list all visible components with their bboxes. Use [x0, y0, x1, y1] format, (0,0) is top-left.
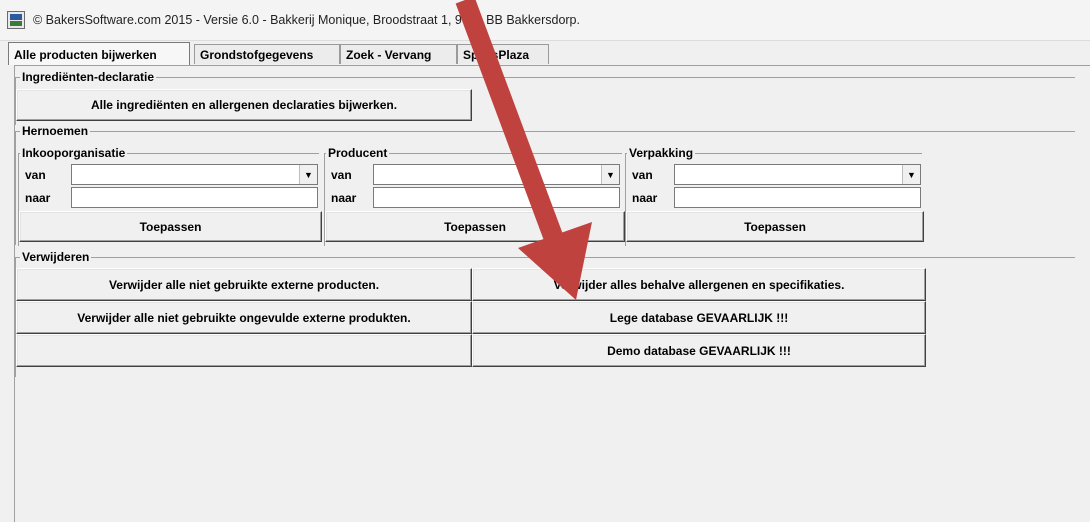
legend-verpakking: Verpakking	[627, 146, 696, 160]
tab-alle-producten[interactable]: Alle producten bijwerken	[8, 42, 190, 65]
label-van: van	[331, 168, 352, 182]
label-van: van	[632, 168, 653, 182]
legend-inkooporganisatie: Inkooporganisatie	[20, 146, 128, 160]
empty-database-button[interactable]: Lege database GEVAARLIJK !!!	[472, 301, 926, 334]
label-naar: naar	[632, 191, 658, 205]
app-icon[interactable]	[7, 11, 25, 29]
inkooporganisatie-van-select[interactable]: ▼	[71, 164, 318, 185]
verpakking-naar-input[interactable]	[674, 187, 921, 208]
delete-all-except-allergens-button[interactable]: Verwijder alles behalve allergenen en sp…	[472, 268, 926, 301]
group-ingredienten: Ingrediënten-declaratie Alle ingrediënte…	[15, 70, 1075, 125]
label-naar: naar	[331, 191, 357, 205]
group-producent: Producent van ▼ naar Toepassen	[324, 146, 625, 246]
demo-database-button[interactable]: Demo database GEVAARLIJK !!!	[472, 334, 926, 367]
legend-verwijderen: Verwijderen	[20, 250, 92, 264]
group-verwijderen: Verwijderen Verwijder alle niet gebruikt…	[15, 250, 1075, 377]
group-inkooporganisatie: Inkooporganisatie van ▼ naar Toepassen	[18, 146, 322, 246]
chevron-down-icon[interactable]: ▼	[299, 165, 317, 184]
title-bar: © BakersSoftware.com 2015 - Versie 6.0 -…	[0, 0, 1090, 41]
label-van: van	[25, 168, 46, 182]
window-title: © BakersSoftware.com 2015 - Versie 6.0 -…	[33, 13, 580, 27]
legend-producent: Producent	[326, 146, 390, 160]
tab-zoek-vervang[interactable]: Zoek - Vervang	[340, 44, 457, 64]
group-hernoemen: Hernoemen Inkooporganisatie van ▼ naar T…	[15, 124, 1075, 246]
tab-specsplaza[interactable]: SpecsPlaza	[457, 44, 549, 64]
producent-van-select[interactable]: ▼	[373, 164, 620, 185]
empty-slot-button[interactable]	[16, 334, 472, 367]
verpakking-apply-button[interactable]: Toepassen	[626, 211, 924, 242]
verpakking-van-select[interactable]: ▼	[674, 164, 921, 185]
delete-unused-unfilled-button[interactable]: Verwijder alle niet gebruikte ongevulde …	[16, 301, 472, 334]
inkooporganisatie-apply-button[interactable]: Toepassen	[19, 211, 322, 242]
chevron-down-icon[interactable]: ▼	[601, 165, 619, 184]
chevron-down-icon[interactable]: ▼	[902, 165, 920, 184]
legend-ingredienten: Ingrediënten-declaratie	[20, 70, 157, 84]
group-verpakking: Verpakking van ▼ naar Toepassen	[625, 146, 924, 246]
update-declarations-button[interactable]: Alle ingrediënten en allergenen declarat…	[16, 89, 472, 121]
legend-hernoemen: Hernoemen	[20, 124, 91, 138]
producent-naar-input[interactable]	[373, 187, 620, 208]
producent-apply-button[interactable]: Toepassen	[325, 211, 625, 242]
delete-unused-external-button[interactable]: Verwijder alle niet gebruikte externe pr…	[16, 268, 472, 301]
inkooporganisatie-naar-input[interactable]	[71, 187, 318, 208]
tab-grondstofgegevens[interactable]: Grondstofgegevens	[194, 44, 340, 64]
main-panel: Ingrediënten-declaratie Alle ingrediënte…	[14, 65, 1090, 522]
label-naar: naar	[25, 191, 51, 205]
